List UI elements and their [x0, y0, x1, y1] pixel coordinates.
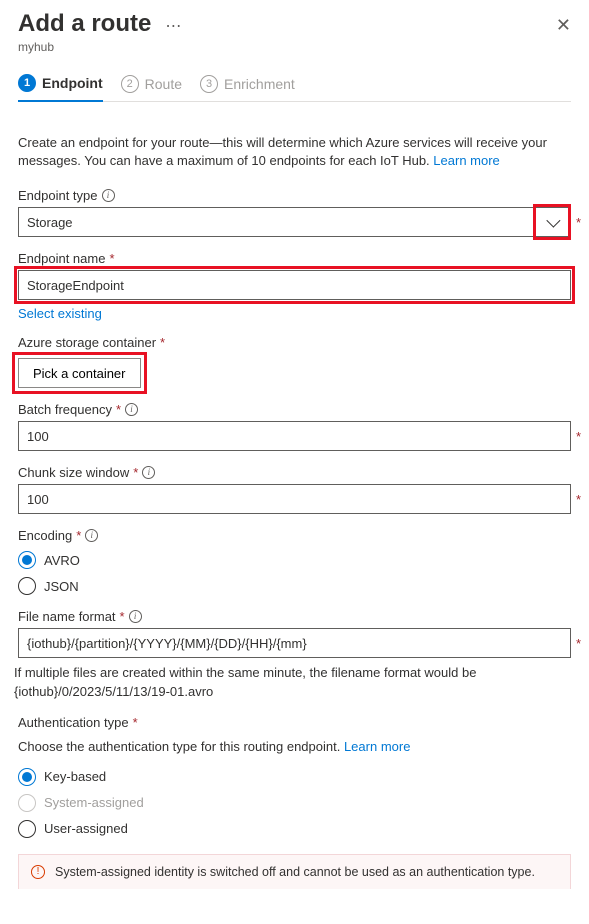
label-auth-type: Authentication type — [18, 715, 129, 730]
filename-format-input[interactable] — [18, 628, 571, 658]
tab-endpoint[interactable]: 1 Endpoint — [18, 68, 103, 102]
pick-container-button[interactable]: Pick a container — [18, 358, 141, 388]
radio-json[interactable] — [18, 577, 36, 595]
required-marker: * — [116, 402, 121, 417]
info-icon[interactable]: i — [129, 610, 142, 623]
radio-label: System-assigned — [44, 795, 144, 810]
required-marker: * — [133, 715, 138, 730]
chevron-down-icon — [546, 214, 560, 228]
label-endpoint-type: Endpoint type — [18, 188, 98, 203]
info-icon[interactable]: i — [142, 466, 155, 479]
page-title: Add a route — [18, 10, 151, 38]
label-chunk-size: Chunk size window — [18, 465, 129, 480]
required-marker: * — [576, 429, 581, 444]
step-number: 3 — [200, 75, 218, 93]
warning-icon: ! — [31, 865, 45, 879]
required-marker: * — [109, 251, 114, 266]
info-icon[interactable]: i — [125, 403, 138, 416]
tab-label: Route — [145, 76, 182, 92]
label-endpoint-name: Endpoint name — [18, 251, 105, 266]
info-icon[interactable]: i — [102, 189, 115, 202]
required-marker: * — [133, 465, 138, 480]
auth-helper: Choose the authentication type for this … — [18, 739, 344, 754]
close-icon[interactable]: ✕ — [556, 16, 571, 34]
batch-frequency-input[interactable] — [18, 421, 571, 451]
tab-route[interactable]: 2 Route — [121, 68, 182, 102]
hub-subtitle: myhub — [18, 40, 571, 54]
radio-label: User-assigned — [44, 821, 128, 836]
required-marker: * — [76, 528, 81, 543]
radio-label: JSON — [44, 579, 79, 594]
step-number: 1 — [18, 74, 36, 92]
endpoint-name-input[interactable] — [18, 270, 571, 300]
required-marker: * — [120, 609, 125, 624]
label-encoding: Encoding — [18, 528, 72, 543]
radio-system-assigned — [18, 794, 36, 812]
info-bar: ! System-assigned identity is switched o… — [18, 854, 571, 889]
radio-avro[interactable] — [18, 551, 36, 569]
radio-key-based[interactable] — [18, 768, 36, 786]
step-number: 2 — [121, 75, 139, 93]
tab-label: Enrichment — [224, 76, 295, 92]
intro-text: Create an endpoint for your route—this w… — [18, 134, 571, 170]
radio-label: AVRO — [44, 553, 80, 568]
select-value: Storage — [27, 215, 73, 230]
select-existing-link[interactable]: Select existing — [18, 306, 102, 321]
wizard-tabs: 1 Endpoint 2 Route 3 Enrichment — [18, 68, 571, 102]
label-storage-container: Azure storage container — [18, 335, 156, 350]
radio-user-assigned[interactable] — [18, 820, 36, 838]
radio-label: Key-based — [44, 769, 106, 784]
chunk-size-input[interactable] — [18, 484, 571, 514]
learn-more-link[interactable]: Learn more — [433, 153, 499, 168]
label-filename-format: File name format — [18, 609, 116, 624]
endpoint-type-select[interactable]: Storage — [18, 207, 571, 237]
required-marker: * — [160, 335, 165, 350]
required-marker: * — [576, 636, 581, 651]
more-icon[interactable]: ⋯ — [165, 19, 182, 35]
info-bar-text: System-assigned identity is switched off… — [55, 865, 535, 879]
filename-helper: If multiple files are created within the… — [14, 664, 571, 700]
required-marker: * — [576, 492, 581, 507]
learn-more-link[interactable]: Learn more — [344, 739, 410, 754]
info-icon[interactable]: i — [85, 529, 98, 542]
label-batch-frequency: Batch frequency — [18, 402, 112, 417]
tab-enrichment[interactable]: 3 Enrichment — [200, 68, 295, 102]
required-marker: * — [576, 215, 581, 230]
tab-label: Endpoint — [42, 75, 103, 91]
